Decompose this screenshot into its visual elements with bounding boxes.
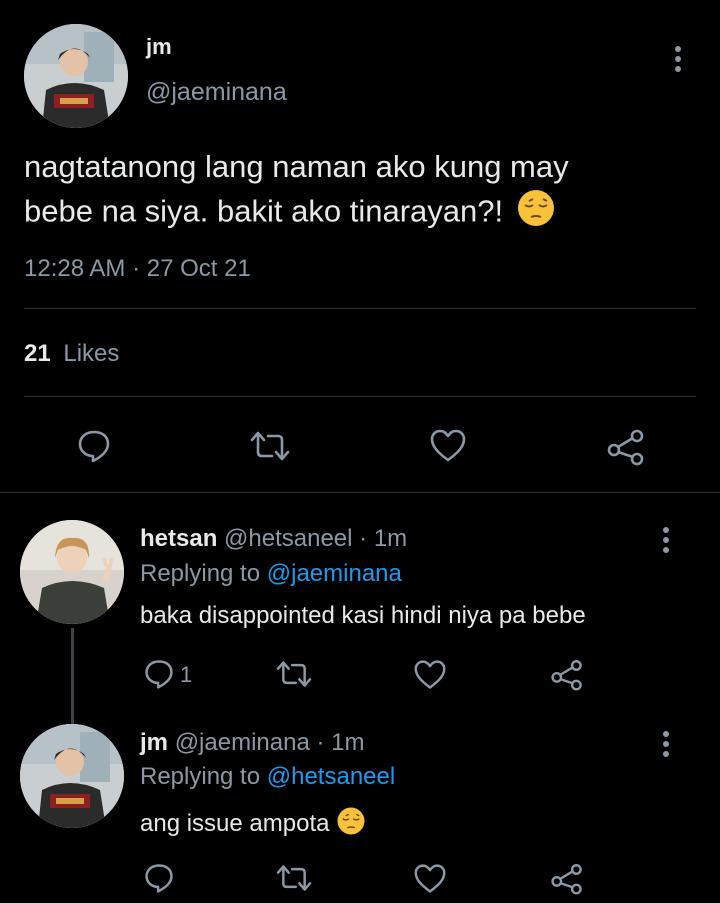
display-name[interactable]: jm — [140, 729, 168, 756]
likes-label: Likes — [63, 340, 120, 367]
reply-time[interactable]: · 1m — [359, 525, 407, 552]
tweet-text-line-2-text: bebe na siya. bakit ako tinarayan?! — [24, 193, 504, 229]
replying-to-handle[interactable]: @hetsaneel — [267, 763, 395, 790]
reply-text: ang issue ampota — [140, 809, 330, 837]
replying-to-label: Replying to — [140, 763, 261, 790]
avatar-image — [24, 24, 128, 128]
handle[interactable]: @hetsaneel — [224, 525, 352, 552]
divider — [0, 492, 720, 493]
like-icon[interactable] — [413, 659, 447, 691]
more-options-icon[interactable] — [656, 525, 676, 555]
retweet-icon[interactable] — [248, 428, 292, 464]
pensive-face-emoji — [336, 806, 366, 843]
avatar-image — [20, 520, 124, 624]
divider — [24, 396, 696, 397]
avatar[interactable] — [20, 520, 124, 624]
reply-header: hetsan @hetsaneel · 1m — [140, 525, 407, 553]
replying-to: Replying to @hetsaneel — [140, 763, 395, 791]
reply-time[interactable]: · 1m — [316, 729, 364, 756]
avatar[interactable] — [20, 724, 124, 828]
share-icon[interactable] — [606, 426, 646, 466]
replying-to-handle[interactable]: @jaeminana — [267, 560, 402, 587]
pensive-face-emoji — [516, 188, 556, 239]
display-name[interactable]: hetsan — [140, 525, 217, 552]
more-options-icon[interactable] — [656, 729, 676, 759]
like-icon[interactable] — [429, 428, 467, 464]
retweet-icon[interactable] — [274, 862, 314, 894]
reply-text-row: ang issue ampota — [140, 806, 366, 843]
tweet-text: nagtatanong lang naman ako kung may bebe… — [24, 146, 569, 239]
avatar-image — [20, 724, 124, 828]
replying-to: Replying to @jaeminana — [140, 560, 402, 588]
share-icon[interactable] — [550, 657, 584, 691]
likes-stat[interactable]: 21 Likes — [24, 340, 119, 368]
handle[interactable]: @jaeminana — [146, 78, 287, 107]
reply-icon[interactable] — [143, 658, 175, 690]
display-name[interactable]: jm — [146, 34, 172, 60]
retweet-icon[interactable] — [274, 658, 314, 690]
reply-header: jm @jaeminana · 1m — [140, 729, 364, 757]
divider — [24, 308, 696, 309]
like-icon[interactable] — [413, 863, 447, 895]
timestamp[interactable]: 12:28 AM · 27 Oct 21 — [24, 255, 251, 283]
more-options-icon[interactable] — [668, 44, 688, 74]
replying-to-label: Replying to — [140, 560, 261, 587]
share-icon[interactable] — [550, 861, 584, 895]
avatar[interactable] — [24, 24, 128, 128]
likes-count: 21 — [24, 340, 51, 367]
reply-icon[interactable] — [143, 862, 175, 894]
reply-count: 1 — [180, 662, 193, 687]
reply-icon[interactable] — [76, 428, 112, 464]
tweet-text-line-2: bebe na siya. bakit ako tinarayan?! — [24, 188, 569, 239]
reply-text: baka disappointed kasi hindi niya pa beb… — [140, 602, 586, 629]
thread-line — [71, 628, 74, 724]
handle[interactable]: @jaeminana — [175, 729, 310, 756]
tweet-text-line-1: nagtatanong lang naman ako kung may — [24, 149, 569, 184]
